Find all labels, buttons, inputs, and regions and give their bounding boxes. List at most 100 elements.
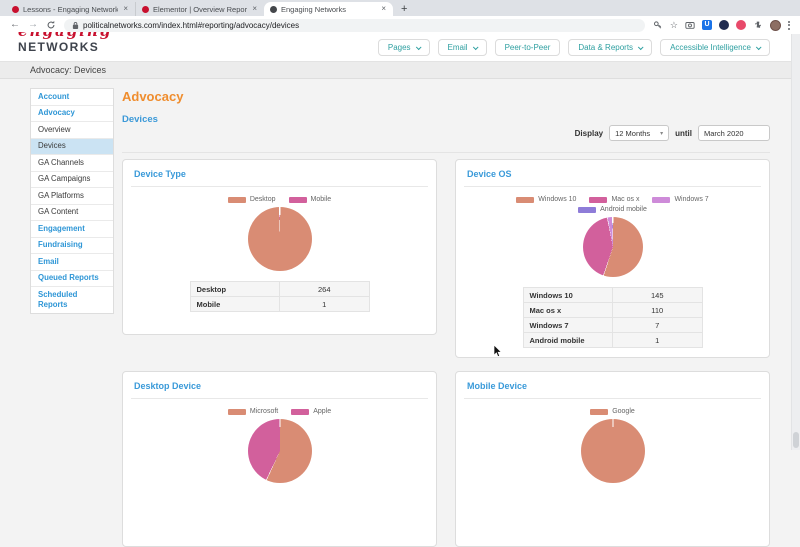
dark-extension-icon[interactable] (719, 20, 729, 30)
tab-close-icon[interactable]: × (251, 5, 258, 13)
nav-button-pages[interactable]: Pages (378, 39, 430, 56)
browser-tab-elementor-overview-report[interactable]: Elementor | Overview Report × (135, 2, 264, 16)
until-date-input[interactable] (698, 125, 770, 141)
browser-tab-strip: Lessons - Engaging Network×Elementor | O… (0, 0, 800, 16)
page-subtitle: Devices (122, 114, 770, 125)
key-icon[interactable] (653, 20, 663, 30)
display-controls: Display 12 Months ▾ until (575, 125, 770, 141)
sidebar-item-ga-content[interactable]: GA Content (31, 205, 113, 222)
sidebar-item-scheduled-reports[interactable]: Scheduled Reports (31, 287, 113, 313)
legend-label: Mac os x (611, 196, 639, 203)
chevron-down-icon (756, 44, 762, 50)
legend-item-mobile[interactable]: Mobile (289, 196, 332, 203)
bookmark-star-icon[interactable]: ☆ (670, 21, 678, 30)
card-device-type: Device TypeDesktopMobileDesktop264Mobile… (122, 159, 437, 335)
nav-button-accessible-intelligence[interactable]: Accessible Intelligence (660, 39, 770, 56)
pie-chart-device-os[interactable] (583, 217, 643, 277)
legend-swatch (578, 207, 596, 213)
card-title-device-os: Device OS (467, 169, 758, 179)
legend-item-apple[interactable]: Apple (291, 408, 331, 415)
legend-item-windows-10[interactable]: Windows 10 (516, 196, 576, 203)
browser-tab-engaging-networks[interactable]: Engaging Networks× (264, 2, 393, 16)
main-panel: Advocacy Devices Display 12 Months ▾ unt… (122, 79, 770, 547)
sidebar-item-devices[interactable]: Devices (31, 139, 113, 156)
profile-avatar[interactable] (770, 20, 781, 31)
sidebar-item-email[interactable]: Email (31, 254, 113, 271)
u-extension-icon[interactable]: U (702, 20, 712, 30)
scrollbar-thumb[interactable] (793, 432, 799, 448)
globe-favicon-icon (270, 6, 277, 13)
legend-item-mac-os-x[interactable]: Mac os x (589, 196, 639, 203)
sidebar-item-queued-reports[interactable]: Queued Reports (31, 271, 113, 288)
section-divider (122, 152, 770, 153)
table-cell-label: Windows 7 (523, 318, 613, 333)
breadcrumb: Advocacy: Devices (0, 61, 800, 79)
tab-title: Elementor | Overview Report (153, 5, 247, 14)
legend-item-windows-7[interactable]: Windows 7 (652, 196, 708, 203)
table-row: Windows 10145 (523, 288, 702, 303)
legend-item-desktop[interactable]: Desktop (228, 196, 276, 203)
nav-button-label: Accessible Intelligence (670, 43, 751, 52)
chart-legend: Windows 10 Mac os x Windows 7 Android mobil… (488, 196, 738, 213)
chevron-down-icon (415, 44, 421, 50)
legend-swatch (228, 409, 246, 415)
sidebar-item-ga-campaigns[interactable]: GA Campaigns (31, 172, 113, 189)
sidebar-item-ga-channels[interactable]: GA Channels (31, 155, 113, 172)
table-cell-value: 145 (613, 288, 703, 303)
card-title-divider (464, 186, 761, 187)
cards-grid: Device TypeDesktopMobileDesktop264Mobile… (122, 159, 770, 547)
browser-tab-lessons-engaging-network[interactable]: Lessons - Engaging Network× (6, 2, 135, 16)
sidebar-item-ga-platforms[interactable]: GA Platforms (31, 188, 113, 205)
table-cell-label: Mobile (190, 297, 280, 312)
new-tab-button[interactable]: + (401, 3, 407, 16)
card-mobile-device: Mobile Device Google (455, 371, 770, 547)
puzzle-extensions-icon[interactable] (753, 20, 763, 30)
engaging-networks-logo: engaging NETWORKS (18, 32, 112, 53)
legend-item-microsoft[interactable]: Microsoft (228, 408, 278, 415)
card-device-os: Device OS Windows 10 Mac os x Windows 7 Andr… (455, 159, 770, 358)
page-scrollbar[interactable] (791, 34, 800, 450)
sidebar-item-fundraising[interactable]: Fundraising (31, 238, 113, 255)
sidebar-item-account[interactable]: Account (31, 89, 113, 106)
content-area: AccountAdvocacyOverviewDevicesGA Channel… (0, 79, 800, 450)
select-caret-icon: ▾ (660, 130, 663, 137)
tab-close-icon[interactable]: × (380, 5, 387, 13)
chart-legend: Desktop Mobile (155, 196, 405, 203)
sidebar-item-overview[interactable]: Overview (31, 122, 113, 139)
nav-button-peer-to-peer[interactable]: Peer-to-Peer (495, 39, 561, 56)
table-cell-value: 264 (280, 282, 370, 297)
nav-button-data-reports[interactable]: Data & Reports (568, 39, 652, 56)
address-bar[interactable]: politicalnetworks.com/index.html#reporti… (64, 19, 645, 32)
card-title-divider (464, 398, 761, 399)
display-range-select[interactable]: 12 Months ▾ (609, 125, 669, 141)
sidebar-item-engagement[interactable]: Engagement (31, 221, 113, 238)
legend-label: Desktop (250, 196, 276, 203)
table-cell-label: Desktop (190, 282, 280, 297)
legend-label: Windows 7 (674, 196, 708, 203)
legend-item-google[interactable]: Google (590, 408, 635, 415)
card-title-divider (131, 398, 428, 399)
back-icon[interactable]: ← (10, 20, 20, 30)
pie-chart-desktop-device[interactable] (248, 419, 312, 483)
pie-chart-mobile-device[interactable] (581, 419, 645, 483)
legend-label: Microsoft (250, 408, 278, 415)
sidebar-item-advocacy[interactable]: Advocacy (31, 106, 113, 123)
reload-icon[interactable] (46, 20, 56, 30)
display-range-value: 12 Months (615, 129, 650, 138)
nav-button-email[interactable]: Email (438, 39, 487, 56)
chart-legend: Microsoft Apple (155, 408, 405, 415)
chevron-down-icon (638, 44, 644, 50)
sidebar: AccountAdvocacyOverviewDevicesGA Channel… (30, 88, 114, 314)
red-extension-icon[interactable] (736, 20, 746, 30)
legend-label: Mobile (311, 196, 332, 203)
tab-close-icon[interactable]: × (122, 5, 129, 13)
forward-icon[interactable]: → (28, 20, 38, 30)
table-cell-label: Windows 10 (523, 288, 613, 303)
nav-button-label: Pages (388, 43, 411, 52)
menu-dots-icon[interactable] (788, 21, 790, 30)
card-title-mobile-device: Mobile Device (467, 381, 758, 391)
camera-icon[interactable] (685, 20, 695, 30)
legend-item-android-mobile[interactable]: Android mobile (578, 206, 647, 213)
pie-chart-device-type[interactable] (248, 207, 312, 271)
table-row: Windows 77 (523, 318, 702, 333)
